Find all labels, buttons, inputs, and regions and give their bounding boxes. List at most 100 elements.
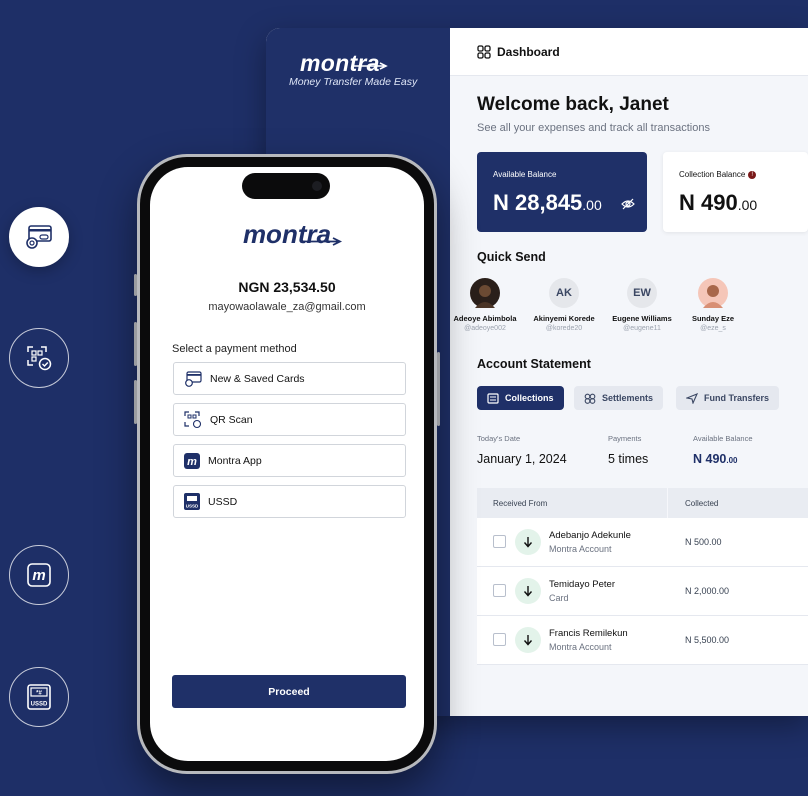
svg-text:*#: *# [36, 691, 42, 697]
account-statement-title: Account Statement [477, 357, 591, 371]
send-icon [686, 392, 698, 404]
tab-fund-transfers[interactable]: Fund Transfers [676, 386, 780, 410]
avatar [470, 278, 500, 308]
qr-scan-icon [27, 346, 52, 371]
header-received-from: Received From [493, 499, 548, 508]
option-new-saved-cards[interactable]: New & Saved Cards [173, 362, 406, 395]
svg-text:m: m [32, 567, 45, 584]
card-payment-icon-button[interactable] [9, 207, 69, 267]
date-value: January 1, 2024 [477, 452, 567, 466]
row-source: Montra Account [549, 544, 612, 554]
available-balance-amount: N 28,845.00 [493, 190, 602, 215]
contact-handle: @adeoye002 [464, 325, 506, 332]
phone-screen: montra NGN 23,534.50 mayowaolawale_za@gm… [150, 167, 424, 761]
quick-send-title: Quick Send [477, 250, 546, 264]
row-checkbox[interactable] [493, 633, 506, 646]
montra-logo: montra [242, 219, 332, 249]
option-label: Montra App [208, 454, 262, 467]
option-qr-scan[interactable]: QR Scan [173, 403, 406, 436]
statement-table-header: Received From Collected [477, 488, 808, 518]
quick-send-contact[interactable]: EW Eugene Williams @eugene11 [603, 278, 681, 332]
option-montra-app[interactable]: m Montra App [173, 444, 406, 477]
contact-name: Adeoye Abimbola [453, 314, 517, 323]
table-row[interactable]: Francis Remilekun Montra Account N 5,500… [477, 616, 808, 665]
row-name: Adebanjo Adekunle [549, 530, 631, 541]
avatar: AK [549, 278, 579, 308]
avatar: EW [627, 278, 657, 308]
nav-title: Dashboard [497, 44, 560, 59]
contact-handle: @korede20 [545, 325, 583, 332]
stat-balance-label: Available Balance [693, 434, 753, 443]
row-source: Card [549, 593, 569, 603]
table-row[interactable]: Adebanjo Adekunle Montra Account N 500.0… [477, 518, 808, 567]
row-amount: N 2,000.00 [685, 586, 730, 596]
row-amount: N 500.00 [685, 537, 722, 547]
info-icon: ! [748, 170, 757, 179]
ussd-icon: USSD [184, 493, 200, 510]
montra-app-icon: m [184, 452, 200, 469]
qr-scan-icon-button[interactable] [9, 328, 69, 388]
grid-icon [477, 44, 491, 59]
select-method-label: Select a payment method [172, 343, 297, 355]
ussd-icon-button[interactable]: *# USSD [9, 667, 69, 727]
collection-balance-label: Collection Balance! [679, 170, 757, 179]
header-collected: Collected [685, 499, 719, 508]
collection-balance-card: Collection Balance! N 490.00 [663, 152, 808, 232]
arrow-down-icon [515, 627, 541, 653]
contact-name: Akinyemi Korede [533, 314, 595, 323]
row-checkbox[interactable] [493, 535, 506, 548]
row-name: Temidayo Peter [549, 579, 616, 590]
logo-arrow-icon [300, 237, 343, 246]
contact-handle: @eugene11 [623, 325, 661, 332]
tab-collections[interactable]: Collections [477, 386, 564, 410]
option-ussd[interactable]: USSD USSD [173, 485, 406, 518]
quick-send-contact[interactable]: Adeoye Abimbola @adeoye002 [446, 278, 524, 332]
tab-label: Settlements [602, 393, 654, 403]
tab-label: Collections [505, 393, 554, 403]
tab-settlements[interactable]: Settlements [574, 386, 664, 410]
quick-send-contact[interactable]: AK Akinyemi Korede @korede20 [525, 278, 603, 332]
contact-name: Sunday Eze [691, 314, 735, 323]
available-balance-card: Available Balance N 28,845.00 [477, 152, 647, 232]
available-balance-label: Available Balance [493, 170, 557, 179]
logo-arrow-icon [354, 62, 388, 70]
payments-value: 5 times [608, 452, 649, 466]
dynamic-island [242, 173, 330, 199]
quick-send-contact[interactable]: Sunday Eze @eze_s [674, 278, 752, 332]
dashboard-nav[interactable]: Dashboard [450, 28, 808, 76]
avatar [698, 278, 728, 308]
card-payment-icon [26, 225, 52, 249]
arrow-down-icon [515, 529, 541, 555]
option-label: QR Scan [210, 413, 253, 426]
stat-balance-value: N 490.00 [693, 452, 738, 466]
svg-text:USSD: USSD [186, 504, 199, 509]
collections-icon [487, 392, 499, 404]
welcome-heading: Welcome back, Janet [477, 94, 669, 115]
payment-amount: NGN 23,534.50 [238, 279, 336, 295]
qr-scan-icon [184, 410, 202, 428]
brand-tagline: Money Transfer Made Easy [289, 76, 418, 88]
arrow-down-icon [515, 578, 541, 604]
payments-label: Payments [608, 434, 642, 443]
settlements-icon [584, 393, 596, 404]
row-name: Francis Remilekun [549, 628, 628, 639]
table-row[interactable]: Temidayo Peter Card N 2,000.00 [477, 567, 808, 616]
welcome-subtext: See all your expenses and track all tran… [477, 122, 710, 134]
contact-handle: @eze_s [700, 325, 726, 332]
row-checkbox[interactable] [493, 584, 506, 597]
svg-text:USSD: USSD [31, 702, 48, 708]
eye-hidden-icon[interactable] [621, 198, 635, 210]
row-amount: N 5,500.00 [685, 635, 730, 645]
option-label: USSD [208, 495, 238, 508]
ussd-icon: *# USSD [27, 684, 51, 710]
proceed-button[interactable]: Proceed [172, 675, 406, 708]
dashboard-main: Dashboard Welcome back, Janet See all yo… [450, 28, 808, 716]
collection-balance-amount: N 490.00 [679, 190, 758, 215]
tab-label: Fund Transfers [704, 393, 770, 403]
option-label: New & Saved Cards [210, 372, 305, 385]
contact-name: Eugene Williams [612, 314, 672, 323]
card-payment-icon [185, 370, 202, 387]
svg-text:m: m [187, 456, 197, 468]
date-label: Today's Date [477, 434, 521, 443]
montra-app-icon-button[interactable]: m [9, 545, 69, 605]
